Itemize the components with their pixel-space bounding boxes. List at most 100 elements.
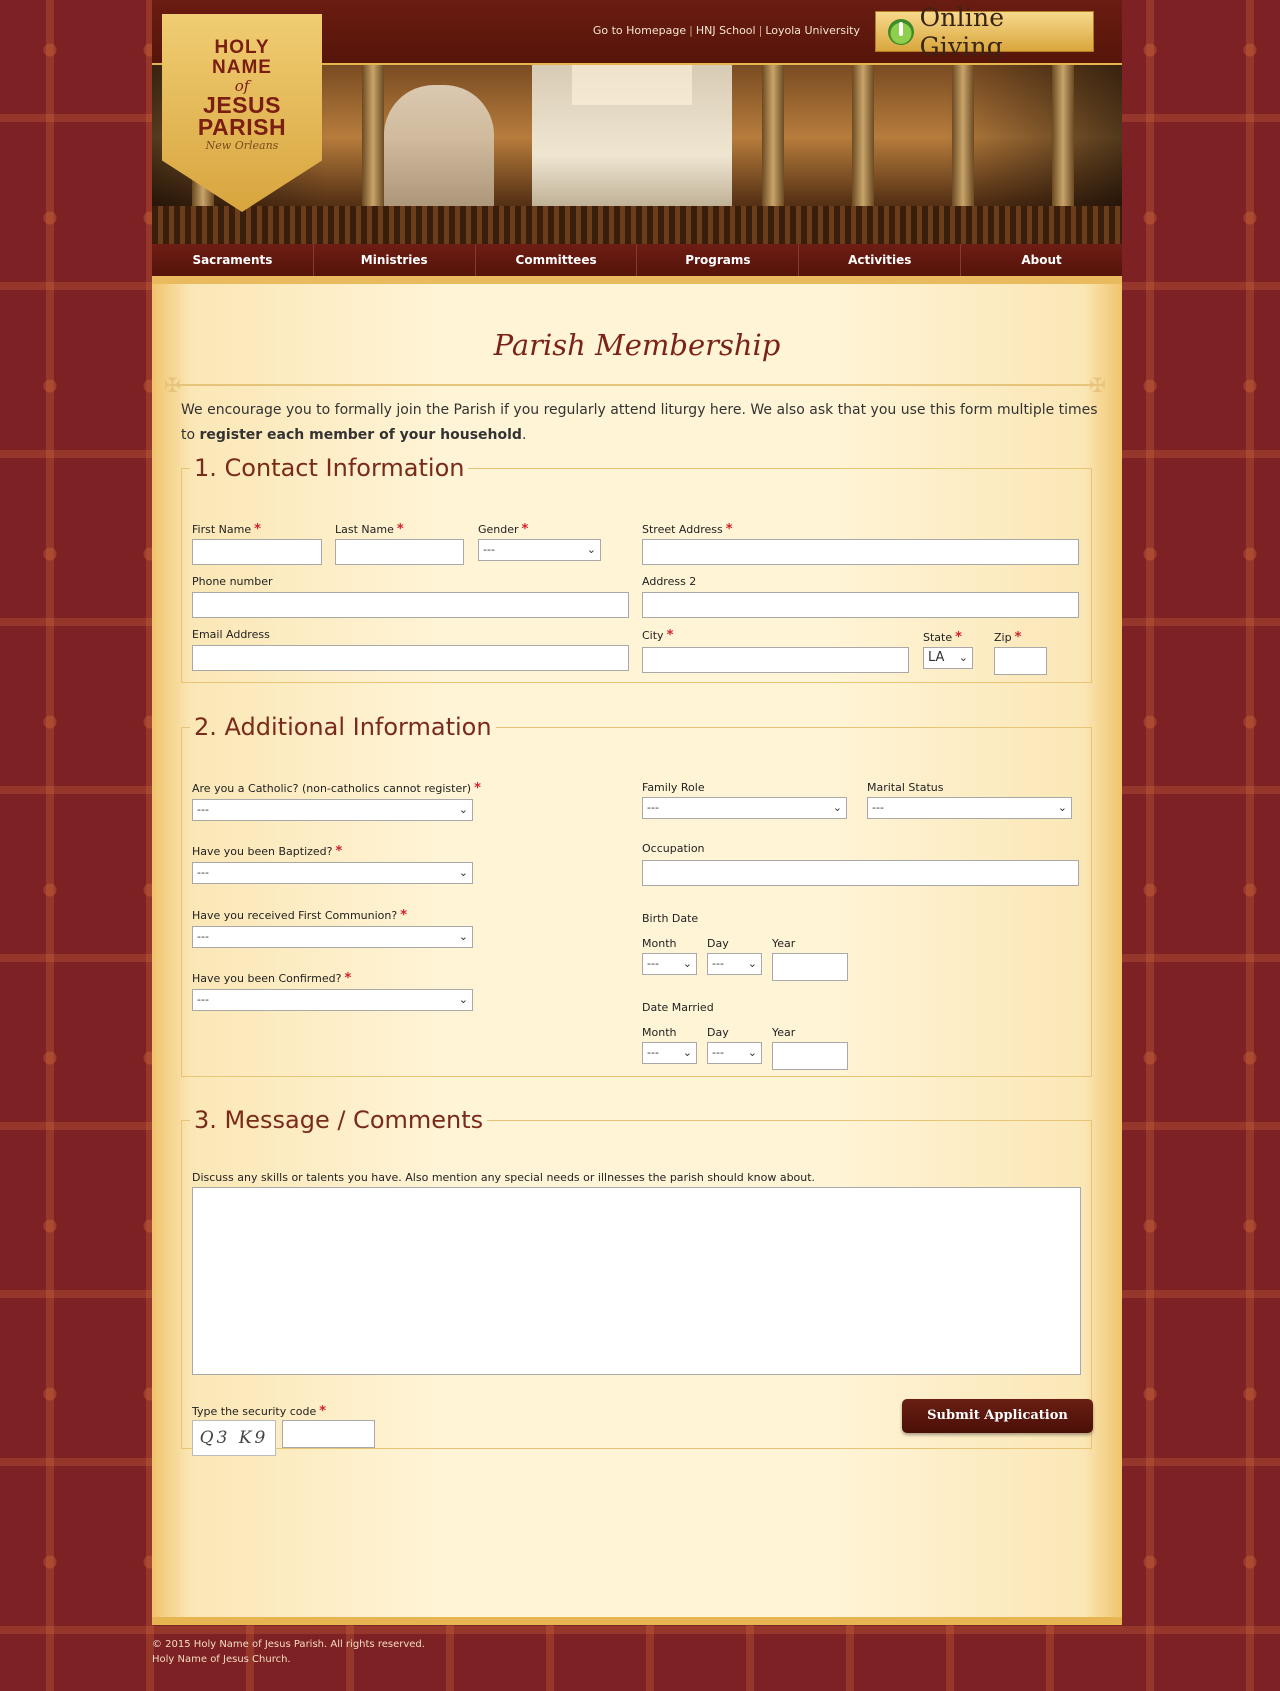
- street-label: Street Address *: [642, 522, 733, 537]
- logo-line-parish: PARISH: [197, 114, 287, 140]
- gender-select[interactable]: --- ⌄: [478, 539, 601, 561]
- communion-select[interactable]: --- ⌄: [192, 926, 473, 948]
- homepage-link[interactable]: Go to Homepage: [593, 24, 686, 37]
- captcha-image: Q3 K9: [192, 1420, 276, 1456]
- chevron-down-icon: ⌄: [682, 1046, 692, 1059]
- nav-programs[interactable]: Programs: [637, 244, 800, 276]
- birth-year-input[interactable]: [772, 953, 848, 981]
- married-year-input[interactable]: [772, 1042, 848, 1070]
- chevron-down-icon: ⌄: [958, 651, 968, 664]
- comments-textarea[interactable]: [192, 1187, 1081, 1375]
- nav-about[interactable]: About: [961, 244, 1122, 276]
- required-mark: *: [319, 1404, 327, 1419]
- giving-icon: [888, 18, 914, 45]
- confirmed-select[interactable]: --- ⌄: [192, 989, 473, 1011]
- communion-value: ---: [197, 930, 209, 943]
- baptized-select[interactable]: --- ⌄: [192, 862, 473, 884]
- nav-sacraments[interactable]: Sacraments: [152, 244, 314, 276]
- main-nav: Sacraments Ministries Committees Program…: [152, 244, 1122, 276]
- online-giving-label: Online Giving: [919, 2, 1005, 61]
- required-mark: *: [521, 522, 529, 537]
- state-select[interactable]: LA ⌄: [923, 647, 973, 669]
- chevron-down-icon: ⌄: [1057, 801, 1067, 814]
- address2-label: Address 2: [642, 575, 697, 588]
- online-giving-button[interactable]: Online Giving: [875, 3, 1094, 61]
- zip-label: Zip *: [994, 630, 1021, 645]
- occupation-input[interactable]: [642, 860, 1079, 886]
- page-wrapper: Go to Homepage | HNJ School | Loyola Univers…: [152, 0, 1122, 1625]
- chevron-down-icon: ⌄: [682, 957, 692, 970]
- column: [1052, 65, 1074, 215]
- email-input[interactable]: [192, 645, 629, 671]
- married-month-label: Month: [642, 1026, 677, 1039]
- gender-label: Gender *: [478, 522, 528, 537]
- column: [852, 65, 874, 215]
- family-role-label: Family Role: [642, 781, 705, 794]
- logo-line-jesus: JESUS: [203, 92, 281, 118]
- column: [952, 65, 974, 215]
- marital-status-value: ---: [872, 801, 884, 814]
- first-name-input[interactable]: [192, 539, 322, 565]
- message-legend: 3. Message / Comments: [194, 1106, 484, 1134]
- marital-status-label: Marital Status: [867, 781, 944, 794]
- married-day-value: ---: [712, 1046, 724, 1059]
- nav-activities[interactable]: Activities: [799, 244, 962, 276]
- marital-status-select[interactable]: --- ⌄: [867, 797, 1072, 819]
- security-code-text: Type the security code: [192, 1405, 317, 1418]
- married-day-select[interactable]: --- ⌄: [707, 1042, 762, 1064]
- contact-legend: 1. Contact Information: [194, 454, 465, 482]
- zip-text: Zip: [994, 631, 1012, 644]
- nav-ministries[interactable]: Ministries: [314, 244, 476, 276]
- security-code-input[interactable]: [282, 1420, 375, 1448]
- required-mark: *: [666, 628, 674, 643]
- loyola-link[interactable]: Loyola University: [765, 24, 860, 37]
- family-role-select[interactable]: --- ⌄: [642, 797, 847, 819]
- catholic-select[interactable]: --- ⌄: [192, 799, 473, 821]
- chevron-down-icon: ⌄: [747, 1046, 757, 1059]
- state-text: State: [923, 631, 953, 644]
- column: [362, 65, 384, 215]
- required-mark: *: [400, 908, 408, 923]
- state-value: LA: [928, 650, 945, 665]
- logo-line-new-orleans: New Orleans: [205, 139, 279, 152]
- chevron-down-icon: ⌄: [458, 930, 468, 943]
- last-name-label: Last Name *: [335, 522, 404, 537]
- last-name-text: Last Name: [335, 523, 394, 536]
- required-mark: *: [474, 781, 481, 796]
- street-input[interactable]: [642, 539, 1079, 565]
- gender-value: ---: [483, 543, 495, 556]
- catholic-label: Are you a Catholic? (non-catholics canno…: [192, 781, 481, 796]
- first-name-label: First Name *: [192, 522, 261, 537]
- content-area: Parish Membership We encourage you to fo…: [152, 276, 1122, 1625]
- birth-day-label: Day: [707, 937, 729, 950]
- married-month-select[interactable]: --- ⌄: [642, 1042, 697, 1064]
- submit-application-button[interactable]: Submit Application: [902, 1399, 1093, 1433]
- baptized-label: Have you been Baptized? *: [192, 844, 342, 859]
- phone-input[interactable]: [192, 592, 629, 618]
- nav-committees[interactable]: Committees: [476, 244, 638, 276]
- pews: [152, 206, 1122, 246]
- communion-label: Have you received First Communion? *: [192, 908, 407, 923]
- birth-day-select[interactable]: --- ⌄: [707, 953, 762, 975]
- birth-month-value: ---: [647, 957, 659, 970]
- date-married-label: Date Married: [642, 1001, 714, 1014]
- city-input[interactable]: [642, 647, 909, 673]
- hnj-school-link[interactable]: HNJ School: [696, 24, 756, 37]
- message-hint: Discuss any skills or talents you have. …: [192, 1171, 816, 1184]
- address2-input[interactable]: [642, 592, 1079, 618]
- zip-input[interactable]: [994, 647, 1047, 675]
- chevron-down-icon: ⌄: [586, 543, 596, 556]
- required-mark: *: [1014, 630, 1022, 645]
- chevron-down-icon: ⌄: [458, 803, 468, 816]
- chevron-down-icon: ⌄: [458, 866, 468, 879]
- required-mark: *: [344, 971, 352, 986]
- birth-year-label: Year: [772, 937, 796, 950]
- additional-section: 2. Additional Information Are you a Cath…: [181, 713, 1092, 1077]
- last-name-input[interactable]: [335, 539, 464, 565]
- baptized-text: Have you been Baptized?: [192, 845, 333, 858]
- phone-label: Phone number: [192, 575, 273, 588]
- logo-line-name: NAME: [212, 57, 272, 78]
- birth-month-select[interactable]: --- ⌄: [642, 953, 697, 975]
- birth-date-label: Birth Date: [642, 912, 699, 925]
- married-month-value: ---: [647, 1046, 659, 1059]
